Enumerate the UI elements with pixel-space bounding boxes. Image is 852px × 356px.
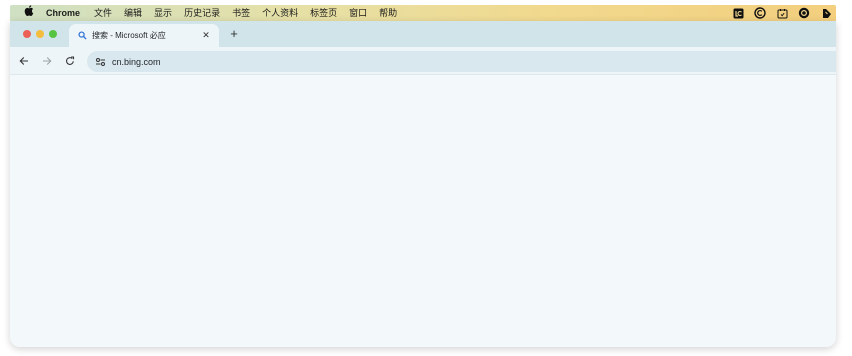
- reload-icon: [65, 56, 75, 65]
- menu-file[interactable]: 文件: [94, 5, 112, 21]
- menu-bookmarks[interactable]: 书签: [232, 5, 250, 21]
- minimize-window-button[interactable]: [36, 30, 44, 38]
- record-icon[interactable]: [798, 7, 810, 19]
- c-badge-icon[interactable]: [754, 7, 766, 19]
- address-bar[interactable]: cn.bing.com: [87, 51, 836, 72]
- lc-icon[interactable]: [732, 7, 744, 19]
- reload-button[interactable]: [62, 53, 78, 69]
- tab-title: 搜索 - Microsoft 必应: [92, 31, 166, 40]
- back-button[interactable]: [16, 53, 32, 69]
- menu-window[interactable]: 窗口: [349, 5, 367, 21]
- menu-bar: Chrome 文件 编辑 显示 历史记录 书签 个人资料 标签页 窗口 帮助: [10, 4, 836, 22]
- status-icons: [732, 7, 832, 19]
- tab-bing-search[interactable]: 搜索 - Microsoft 必应 ✕: [69, 24, 219, 47]
- url-text[interactable]: cn.bing.com: [112, 57, 161, 67]
- new-tab-button[interactable]: +: [226, 26, 242, 42]
- browser-toolbar: cn.bing.com: [10, 47, 836, 75]
- close-tab-button[interactable]: ✕: [201, 30, 211, 41]
- tab-strip: 搜索 - Microsoft 必应 ✕ +: [10, 21, 836, 47]
- menu-history[interactable]: 历史记录: [184, 5, 220, 21]
- menu-profiles[interactable]: 个人资料: [262, 5, 298, 21]
- calendar-icon[interactable]: [776, 7, 788, 19]
- menu-view[interactable]: 显示: [154, 5, 172, 21]
- menu-help[interactable]: 帮助: [379, 5, 397, 21]
- tune-icon[interactable]: [93, 55, 107, 69]
- arrow-right-icon: [43, 57, 52, 65]
- browser-window: 搜索 - Microsoft 必应 ✕ + cn.bing.com: [10, 21, 836, 347]
- menu-app-name[interactable]: Chrome: [46, 5, 80, 21]
- menu-tab[interactable]: 标签页: [310, 5, 337, 21]
- apple-logo-icon[interactable]: [22, 4, 36, 22]
- page-content: [10, 76, 836, 347]
- menu-edit[interactable]: 编辑: [124, 5, 142, 21]
- forward-button[interactable]: [39, 53, 55, 69]
- kite-icon[interactable]: [820, 7, 832, 19]
- close-window-button[interactable]: [23, 30, 31, 38]
- zoom-window-button[interactable]: [49, 30, 57, 38]
- search-icon: [77, 31, 87, 41]
- arrow-left-icon: [19, 57, 28, 65]
